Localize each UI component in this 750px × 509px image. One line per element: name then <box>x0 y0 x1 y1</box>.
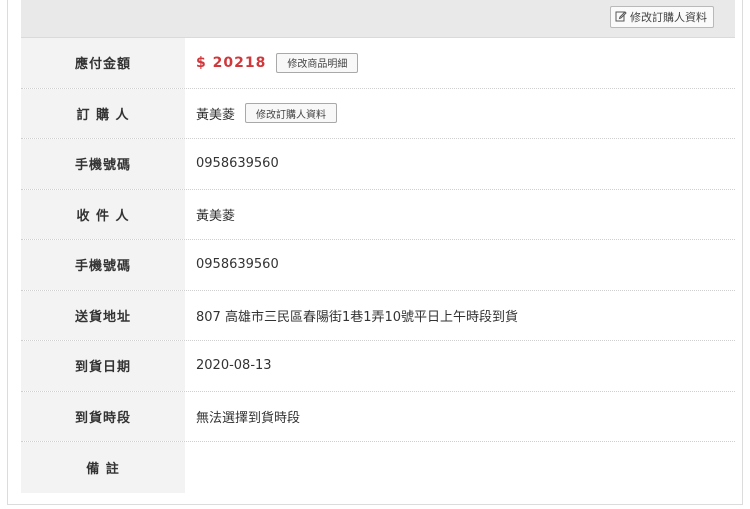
buyer-phone-value: 0958639560 <box>185 139 735 189</box>
recipient-value: 黃美菱 <box>185 189 735 239</box>
amount-due-value: $ 20218 <box>196 54 267 71</box>
shipping-address-label: 送貨地址 <box>21 290 185 340</box>
row-remarks: 備 註 <box>21 442 735 493</box>
delivery-time-label: 到貨時段 <box>21 391 185 441</box>
delivery-date-label: 到貨日期 <box>21 341 185 391</box>
row-amount-due: 應付金額 $ 20218 修改商品明細 <box>21 38 735 89</box>
row-delivery-time: 到貨時段 無法選擇到貨時段 <box>21 391 735 442</box>
order-info-table: 應付金額 $ 20218 修改商品明細 訂 購 人 黃美菱 修改訂購人資料 手機… <box>21 38 735 493</box>
amount-due-label: 應付金額 <box>21 38 185 88</box>
remarks-value <box>185 442 735 493</box>
buyer-value: 黃美菱 <box>196 107 236 123</box>
buyer-phone-label: 手機號碼 <box>21 139 185 189</box>
row-delivery-date: 到貨日期 2020-08-13 <box>21 341 735 392</box>
delivery-date-value: 2020-08-13 <box>185 341 735 391</box>
recipient-phone-label: 手機號碼 <box>21 240 185 290</box>
edit-icon <box>615 10 627 25</box>
row-shipping-address: 送貨地址 807 高雄市三民區春陽街1巷1弄10號平日上午時段到貨 <box>21 290 735 341</box>
remarks-label: 備 註 <box>21 442 185 493</box>
row-buyer-phone: 手機號碼 0958639560 <box>21 139 735 190</box>
delivery-time-value: 無法選擇到貨時段 <box>185 391 735 441</box>
row-recipient: 收 件 人 黃美菱 <box>21 189 735 240</box>
recipient-phone-value: 0958639560 <box>185 240 735 290</box>
edit-buyer-button[interactable]: 修改訂購人資料 <box>245 103 338 124</box>
row-buyer: 訂 購 人 黃美菱 修改訂購人資料 <box>21 88 735 139</box>
edit-buyer-info-label: 修改訂購人資料 <box>630 11 707 24</box>
recipient-label: 收 件 人 <box>21 189 185 239</box>
row-recipient-phone: 手機號碼 0958639560 <box>21 240 735 291</box>
shipping-address-value: 807 高雄市三民區春陽街1巷1弄10號平日上午時段到貨 <box>185 290 735 340</box>
buyer-label: 訂 購 人 <box>21 88 185 138</box>
edit-product-details-button[interactable]: 修改商品明細 <box>276 52 359 73</box>
edit-buyer-info-button[interactable]: 修改訂購人資料 <box>610 6 714 28</box>
order-header-bar: 修改訂購人資料 <box>21 0 735 38</box>
